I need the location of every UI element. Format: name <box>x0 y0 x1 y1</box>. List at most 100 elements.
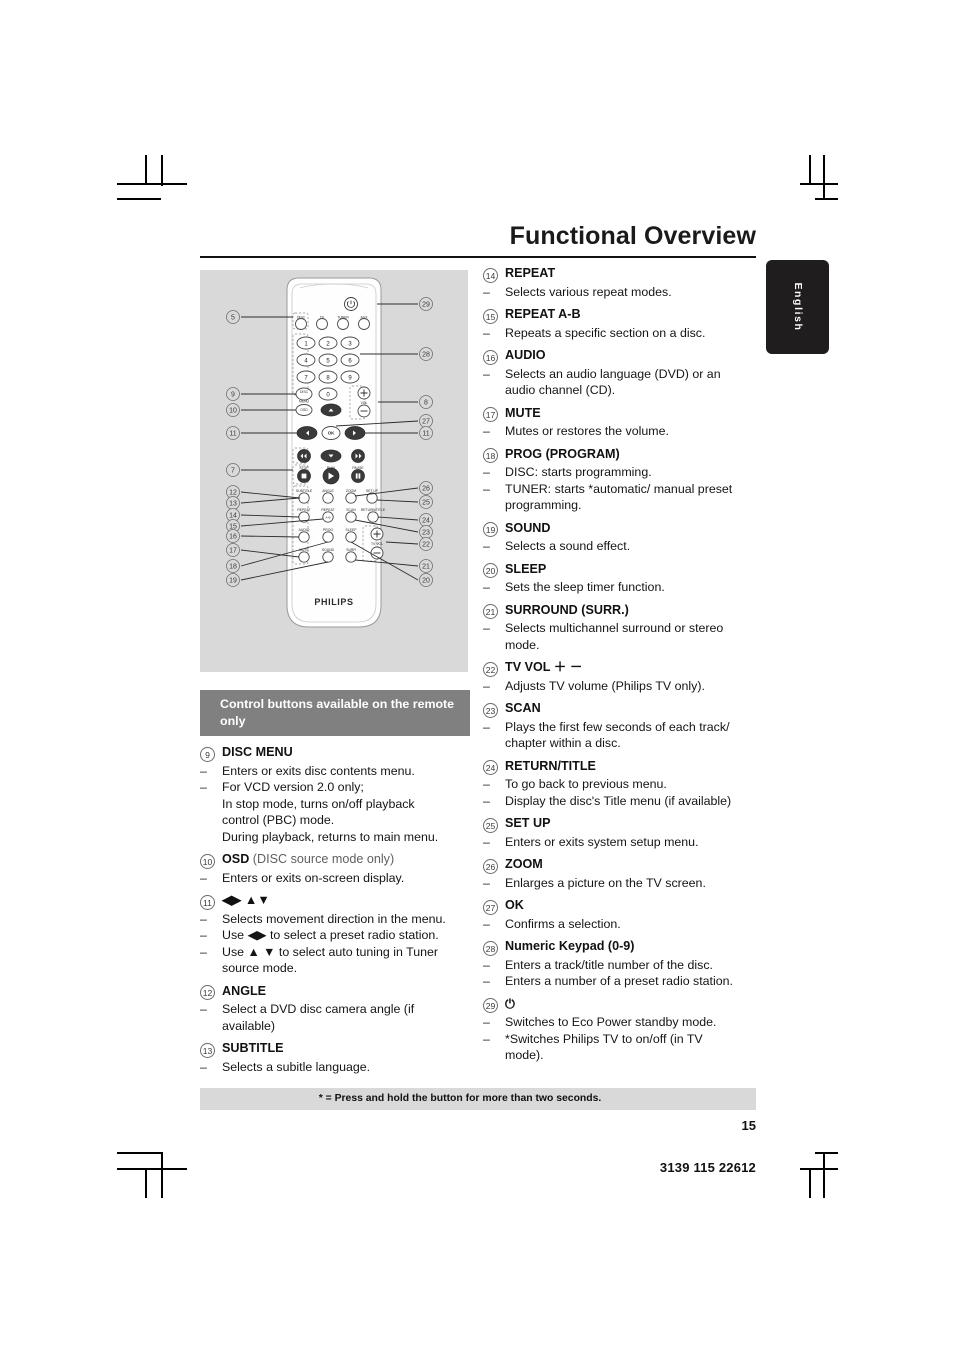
svg-text:28: 28 <box>422 352 430 359</box>
entry-header: 22 TV VOL ＋ － <box>483 660 758 677</box>
svg-text:13: 13 <box>229 501 237 508</box>
entry-header: 11 ◀▶ ▲▼ <box>200 893 470 910</box>
entry-bullet: – Mutes or restores the volume. <box>483 423 758 440</box>
entry-bullet: – Use ◀▶ to select a preset radio station… <box>200 927 470 944</box>
function-entry: 9 DISC MENU – Enters or exits disc contents… <box>200 745 470 845</box>
entry-title: SOUND <box>505 520 551 535</box>
entry-header: 14 REPEAT <box>483 266 758 283</box>
entry-title: ANGLE <box>222 983 267 998</box>
right-entry-list: 14 REPEAT – Selects various repeat modes. 15… <box>483 266 758 1064</box>
entry-title: Numeric Keypad (0-9) <box>505 939 635 953</box>
bullet-dash: – <box>483 284 490 299</box>
svg-text:OK: OK <box>328 431 335 436</box>
entry-header: 21 SURROUND (SURR.) <box>483 602 758 619</box>
entry-continuation-line: During playback, returns to main menu. <box>222 829 439 844</box>
bullet-text: Selects a sound effect. <box>505 539 631 553</box>
entry-title: SURROUND (SURR.) <box>505 602 629 617</box>
bullet-dash: – <box>483 974 490 988</box>
entry-number-badge: 27 <box>483 899 498 915</box>
entry-bullet: – Selects an audio language (DVD) or an <box>483 366 758 383</box>
entry-number-badge: 13 <box>200 1042 215 1058</box>
entry-bullet: – Repeats a specific section on a disc. <box>483 325 758 342</box>
entry-number-badge: 10 <box>200 853 215 869</box>
entry-header: 19 SOUND <box>483 520 758 537</box>
bullet-dash: – <box>483 481 490 496</box>
svg-text:18: 18 <box>229 564 237 571</box>
function-entry: 10 OSD (DISC source mode only) – Enters or … <box>200 852 470 886</box>
function-entry: 18 PROG (PROGRAM) – DISC: starts programmin… <box>483 447 758 514</box>
remote-control-illustration: .body{fill:#fefefe;stroke:#9a9a9a;stroke… <box>226 277 433 628</box>
entry-header: 29 ⏻ <box>483 996 758 1013</box>
function-entry: 11 ◀▶ ▲▼ – Selects movement direction in th… <box>200 893 470 977</box>
svg-text:29: 29 <box>422 302 430 309</box>
entry-continuation-line: programming. <box>505 498 582 512</box>
svg-text:DISC: DISC <box>300 390 309 394</box>
entry-bullet: – To go back to previous menu. <box>483 776 758 793</box>
function-entry: 17 MUTE – Mutes or restores the volume. <box>483 406 758 440</box>
entry-header: 28 Numeric Keypad (0-9) <box>483 939 758 956</box>
svg-text:9: 9 <box>231 392 235 399</box>
bullet-dash: – <box>483 1015 490 1029</box>
entry-title: SET UP <box>505 816 551 830</box>
document-code: 3139 115 22612 <box>659 1160 756 1175</box>
bullet-text: Enters or exits disc contents menu. <box>222 763 415 778</box>
bullet-text: Selects movement direction in the menu. <box>222 911 446 926</box>
bullet-text: Use ◀▶ to select a preset radio station. <box>222 928 439 942</box>
function-entry: 25 SET UP – Enters or exits system setup me… <box>483 816 758 850</box>
entry-continuation-line: available) <box>222 1018 276 1033</box>
crop-mark-bottom-right-h <box>800 1168 838 1170</box>
entry-bullet: – Sets the sleep timer function. <box>483 579 758 596</box>
bullet-text: Use ▲ ▼ to select auto tuning in Tuner <box>222 944 439 959</box>
function-entry: 19 SOUND – Selects a sound effect. <box>483 521 758 555</box>
entry-number-badge: 17 <box>483 407 498 422</box>
svg-text:12: 12 <box>229 490 237 497</box>
entry-header: 18 PROG (PROGRAM) <box>483 447 758 463</box>
entry-bullet: – Selects multichannel surround or stereo <box>483 620 758 637</box>
svg-text:16: 16 <box>229 534 237 541</box>
svg-text:10: 10 <box>229 408 237 415</box>
bullet-dash: – <box>200 911 207 926</box>
bullet-text: For VCD version 2.0 only; <box>222 780 364 794</box>
bullet-dash: – <box>483 1031 490 1046</box>
bullet-dash: – <box>200 780 207 794</box>
bullet-text: Enters a number of a preset radio statio… <box>505 974 733 988</box>
entry-bullet: – *Switches Philips TV to on/off (in TV <box>483 1031 758 1048</box>
entry-title: OK <box>505 898 524 912</box>
crop-mark-top-left-h2 <box>117 198 161 200</box>
bullet-dash: – <box>483 678 490 693</box>
bullet-dash: – <box>483 777 490 791</box>
bullet-dash: – <box>483 719 490 734</box>
bullet-text: Sets the sleep timer function. <box>505 580 665 594</box>
function-entry: 14 REPEAT – Selects various repeat modes. <box>483 266 758 300</box>
bullet-dash: – <box>483 325 490 340</box>
page-title: Functional Overview <box>509 222 756 250</box>
entry-bullet: – Enters a track/title number of the disc… <box>483 957 758 974</box>
entry-header: 26 ZOOM <box>483 857 758 874</box>
svg-text:5: 5 <box>231 315 235 322</box>
svg-text:11: 11 <box>422 431 429 438</box>
right-column: 14 REPEAT – Selects various repeat modes. 15… <box>483 266 758 1071</box>
bullet-text: Select a DVD disc camera angle (if <box>222 1002 415 1016</box>
bullet-dash: – <box>200 870 207 885</box>
entry-title: SLEEP <box>505 561 547 576</box>
bullet-dash: – <box>200 1002 207 1016</box>
entry-bullet: – Use ▲ ▼ to select auto tuning in Tuner <box>200 944 470 961</box>
entry-title: SCAN <box>505 701 541 715</box>
function-entry: 23 SCAN – Plays the first few seconds of ea… <box>483 701 758 752</box>
entry-continuation-line: mode. <box>505 637 540 652</box>
bullet-text: Confirms a selection. <box>505 916 621 931</box>
entry-continuation-line: source mode. <box>222 961 298 975</box>
crop-mark-top-left-h <box>117 183 187 185</box>
entry-bullet: – Selects a subitle language. <box>200 1059 470 1076</box>
entry-bullet: – Selects various repeat modes. <box>483 284 758 301</box>
crop-mark-top-right-v2 <box>823 155 825 200</box>
function-entry: 20 SLEEP – Sets the sleep timer function. <box>483 562 758 596</box>
crop-mark-bottom-left-h <box>117 1152 161 1154</box>
bullet-text: Selects a subitle language. <box>222 1059 371 1074</box>
svg-text:7: 7 <box>231 468 235 475</box>
entry-title: ⏻ <box>505 996 515 1011</box>
svg-text:17: 17 <box>229 548 237 555</box>
bullet-dash: – <box>483 539 490 553</box>
bullet-text: Enters a track/title number of the disc. <box>505 957 713 972</box>
entry-title: RETURN/TITLE <box>505 758 596 773</box>
